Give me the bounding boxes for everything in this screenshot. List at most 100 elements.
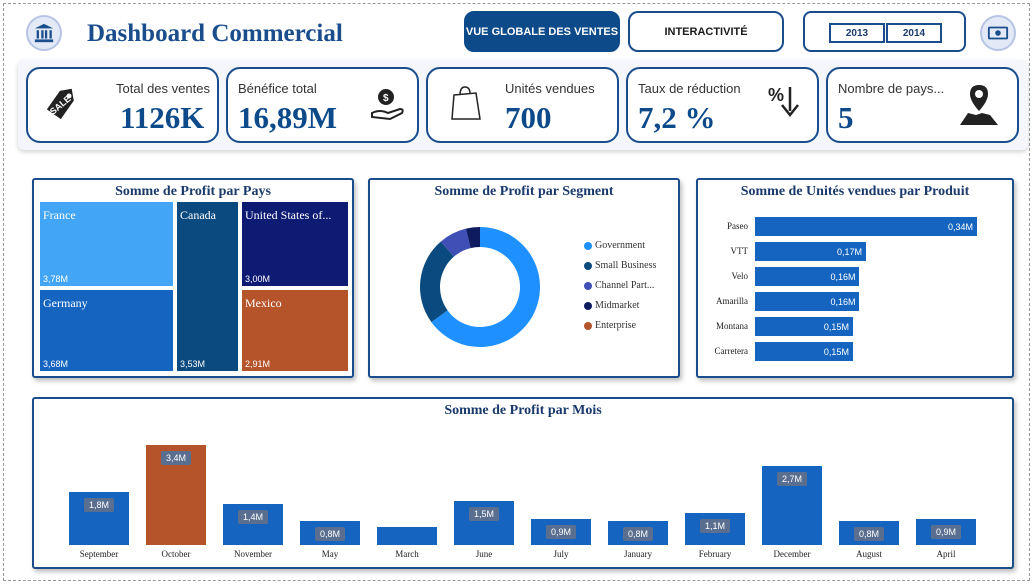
money-hand-icon: $ [371, 89, 404, 121]
segment-donut-chart [420, 227, 540, 347]
year-slicer: 2013 2014 [803, 11, 966, 52]
tab-interactivite[interactable]: INTERACTIVITÉ [628, 11, 784, 52]
bar-value-label: 0,8M [854, 527, 885, 542]
treemap-tile-united-states[interactable]: United States of... 3,00M [242, 202, 348, 286]
legend-dot [584, 321, 592, 330]
bar-category-label: April [936, 549, 956, 559]
legend-label: Midmarket [595, 300, 640, 311]
bar-category-label: Amarilla [716, 296, 748, 306]
kpi-value: 5 [838, 100, 854, 135]
bar-category-label: Velo [731, 271, 749, 281]
treemap-tile-france[interactable]: France 3,78M [40, 202, 173, 286]
bar-category-label: March [395, 549, 419, 559]
bar-value-label: 0,34M [947, 222, 973, 232]
treemap-tile-value: 3,78M [43, 274, 69, 284]
kpi-units-sold-card: Unités vendues 700 [426, 67, 619, 143]
bar-category-label: February [698, 549, 732, 559]
treemap-tile-name: Germany [43, 296, 88, 310]
bar-march[interactable] [377, 527, 437, 545]
legend-label: Small Business [595, 260, 657, 271]
panel-title: Somme de Profit par Segment [434, 184, 614, 199]
treemap-tile-germany[interactable]: Germany 3,68M [40, 290, 173, 371]
bar-category-label: September [79, 549, 119, 559]
legend-item-channel-part[interactable]: Channel Part... [584, 280, 654, 291]
kpi-discount-rate-card: Taux de réduction 7,2 % % [626, 67, 819, 143]
kpi-value: 7,2 % [638, 100, 716, 135]
legend-item-small-business[interactable]: Small Business [584, 260, 656, 271]
bar-category-label: VTT [730, 246, 749, 256]
bar-value-label: 0,16M [830, 297, 856, 307]
treemap-tile-name: Canada [180, 208, 216, 222]
legend-dot [584, 301, 592, 310]
bar-category-label: Paseo [727, 221, 748, 231]
bar-category-label: July [553, 549, 569, 559]
bar-category-label: August [855, 549, 882, 559]
bar-category-label: Montana [716, 321, 748, 331]
year-2014-button[interactable]: 2014 [886, 23, 942, 43]
kpi-value: 700 [505, 100, 552, 135]
bar-value-label: 0,15M [823, 347, 849, 357]
legend-label: Channel Part... [595, 280, 655, 291]
bar-category-label: May [321, 549, 339, 559]
kpi-country-count-card: Nombre de pays... 5 [826, 67, 1019, 143]
treemap-tile-value: 3,53M [180, 359, 206, 369]
donut-slice-small-business[interactable] [420, 241, 454, 323]
bar-category-label: October [161, 549, 191, 559]
percent-down-icon: % [768, 85, 799, 118]
bar-value-label: 1,5M [469, 506, 500, 521]
legend-label: Government [595, 240, 645, 251]
bar-value-label: 0,8M [315, 527, 346, 542]
panel-title: Somme de Unités vendues par Produit [740, 184, 970, 199]
tab-vue-globale[interactable]: VUE GLOBALE DES VENTES [464, 11, 620, 52]
bar-value-label: 3,4M [161, 451, 192, 465]
page-title: Dashboard Commercial [87, 20, 343, 47]
bar-category-label: June [475, 549, 493, 559]
legend-dot [584, 281, 592, 290]
kpi-label: Nombre de pays... [838, 81, 945, 96]
bar-value-label: 0,8M [623, 527, 654, 542]
bar-value-label: 0,16M [830, 272, 856, 282]
bar-category-label: November [234, 549, 272, 559]
kpi-label: Total des ventes [116, 81, 210, 96]
legend-item-enterprise[interactable]: Enterprise [584, 320, 636, 331]
legend-item-government[interactable]: Government [584, 240, 645, 251]
bar-category-label: Carretera [714, 346, 748, 356]
treemap-tile-value: 2,91M [245, 359, 271, 369]
treemap-tile-name: France [43, 208, 76, 222]
bar-value-label: 1,4M [238, 509, 269, 524]
bar-value-label: 0,9M [546, 524, 577, 539]
legend-item-midmarket[interactable]: Midmarket [584, 300, 639, 311]
kpi-value: 1126K [120, 100, 205, 135]
shopping-bag-icon [451, 86, 481, 120]
bar-category-label: December [773, 549, 811, 559]
svg-text:%: % [768, 85, 784, 105]
bar-value-label: 0,15M [823, 322, 849, 332]
kpi-total-profit-card: Bénéfice total 16,89M $ [226, 67, 419, 143]
legend-dot [584, 261, 592, 270]
treemap-tile-mexico[interactable]: Mexico 2,91M [242, 290, 348, 371]
bank-icon [26, 15, 62, 51]
panel-title: Somme de Profit par Mois [444, 403, 602, 418]
bar-value-label: 2,7M [777, 471, 808, 486]
legend-label: Enterprise [595, 320, 637, 331]
kpi-label: Bénéfice total [238, 81, 317, 96]
map-pin-icon [960, 85, 998, 125]
treemap-tile-value: 3,68M [43, 359, 69, 369]
bar-value-label: 1,8M [84, 498, 115, 513]
kpi-value: 16,89M [238, 100, 338, 135]
treemap-tile-value: 3,00M [245, 274, 271, 284]
year-2013-button[interactable]: 2013 [829, 23, 885, 43]
svg-text:$: $ [383, 93, 389, 104]
sale-tag-icon: SALE [46, 88, 74, 120]
treemap-tile-canada[interactable]: Canada 3,53M [177, 202, 238, 371]
money-bill-icon [980, 15, 1016, 51]
bar-value-label: 1,1M [700, 518, 731, 533]
kpi-label: Unités vendues [505, 81, 595, 96]
bar-value-label: 0,9M [931, 524, 962, 539]
kpi-label: Taux de réduction [638, 81, 741, 96]
panel-title: Somme de Profit par Pays [115, 184, 271, 199]
legend-dot [584, 241, 592, 250]
bar-category-label: January [624, 549, 652, 559]
kpi-total-sales-card: SALE Total des ventes 1126K [26, 67, 219, 143]
treemap-tile-name: United States of... [245, 208, 332, 222]
